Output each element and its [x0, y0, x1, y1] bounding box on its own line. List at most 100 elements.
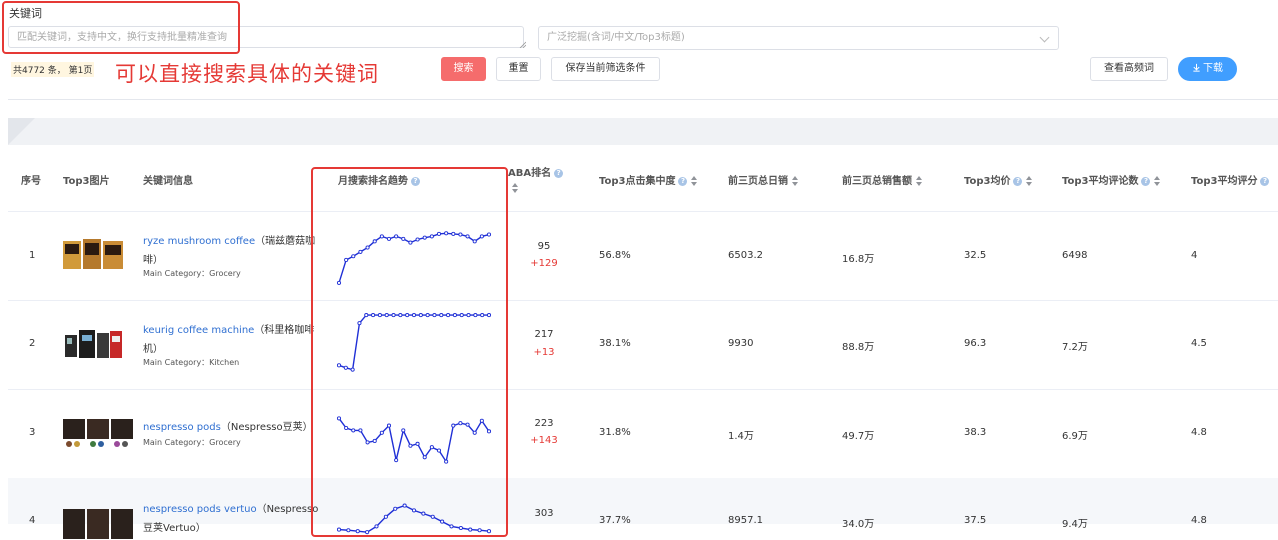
help-icon[interactable]: ? [554, 168, 564, 178]
header-avg-reviews[interactable]: Top3平均评论数? [1062, 172, 1161, 187]
avg-reviews: 7.2万 [1062, 342, 1088, 353]
download-label: 下载 [1203, 63, 1223, 74]
header-avg-rating[interactable]: Top3平均评分? [1191, 172, 1270, 187]
aba-rank-change: +13 [533, 347, 555, 358]
keyword-translation: （Nespresso豆荚） [220, 422, 313, 433]
header-click-concentration[interactable]: Top3点击集中度? [599, 172, 698, 187]
header-sales-amount[interactable]: 前三页总销售额 [842, 172, 923, 187]
keyword-link[interactable]: nespresso pods vertuo [143, 504, 257, 515]
header-aba-rank-label: ABA排名 [508, 168, 552, 179]
product-thumbnail[interactable] [63, 327, 123, 359]
keyword-info: nespresso pods vertuo（Nespresso 豆荚Vertuo… [143, 499, 323, 537]
sort-icon[interactable] [1026, 176, 1033, 186]
highlight-box-trend [311, 167, 508, 537]
search-button[interactable]: 搜索 [441, 57, 486, 81]
product-thumbnail[interactable] [63, 238, 123, 270]
sort-icon[interactable] [792, 176, 799, 186]
daily-sales: 6503.2 [728, 250, 763, 261]
header-click-concentration-label: Top3点击集中度 [599, 176, 676, 187]
highlight-box-keyword [2, 1, 240, 54]
row-index: 4 [29, 515, 36, 526]
header-avg-price[interactable]: Top3均价? [964, 172, 1033, 187]
row-index: 2 [29, 338, 36, 349]
main-category: Main Category：Grocery [143, 438, 241, 447]
click-concentration: 31.8% [599, 427, 631, 438]
broad-mining-select[interactable]: 广泛挖掘(含词/中文/Top3标题) [538, 26, 1059, 50]
sales-amount: 49.7万 [842, 431, 875, 442]
click-concentration: 56.8% [599, 250, 631, 261]
header-aba-rank[interactable]: ABA排名? [508, 164, 564, 193]
keyword-info: nespresso pods（Nespresso豆荚） [143, 417, 323, 436]
click-concentration: 38.1% [599, 338, 631, 349]
header-avg-reviews-label: Top3平均评论数 [1062, 176, 1139, 187]
keyword-info: keurig coffee machine（科里格咖啡 机） [143, 320, 323, 358]
header-daily-sales-label: 前三页总日销 [728, 176, 788, 187]
avg-reviews: 6.9万 [1062, 431, 1088, 442]
sales-amount: 88.8万 [842, 342, 875, 353]
aba-rank: 95 [537, 241, 551, 252]
sort-icon[interactable] [916, 176, 923, 186]
row-divider [8, 211, 1278, 212]
avg-rating: 4 [1191, 250, 1198, 261]
header-keyword-info: 关键词信息 [143, 176, 193, 187]
avg-rating: 4.8 [1191, 427, 1207, 438]
divider [8, 99, 1278, 100]
main-category: Main Category：Grocery [143, 269, 241, 278]
high-frequency-words-button[interactable]: 查看高频词 [1090, 57, 1168, 81]
avg-price: 37.5 [964, 515, 987, 526]
product-thumbnail[interactable] [63, 417, 133, 449]
avg-rating: 4.8 [1191, 515, 1207, 526]
keyword-link[interactable]: ryze mushroom coffee [143, 236, 255, 247]
keyword-translation-cont: 啡） [143, 255, 163, 266]
corner-fold-icon [8, 118, 35, 145]
aba-rank: 217 [534, 329, 554, 340]
main-category: Main Category：Kitchen [143, 358, 240, 367]
header-daily-sales[interactable]: 前三页总日销 [728, 172, 799, 187]
result-count: 共4772 条， 第1页 [11, 62, 95, 77]
resize-grip-icon[interactable] [519, 41, 526, 48]
keyword-translation-cont: 机） [143, 344, 163, 355]
avg-price: 38.3 [964, 427, 987, 438]
aba-rank-change: +143 [530, 435, 558, 446]
save-filter-button[interactable]: 保存当前筛选条件 [551, 57, 660, 81]
help-icon[interactable]: ? [1260, 176, 1270, 186]
keyword-translation: （科里格咖啡 [254, 325, 315, 336]
header-top3-image: Top3图片 [63, 176, 110, 187]
click-concentration: 37.7% [599, 515, 631, 526]
keyword-link[interactable]: nespresso pods [143, 422, 221, 433]
sort-icon[interactable] [691, 176, 698, 186]
avg-reviews: 9.4万 [1062, 519, 1088, 530]
header-sales-amount-label: 前三页总销售额 [842, 176, 912, 187]
annotation-text: 可以直接搜索具体的关键词 [115, 62, 379, 86]
header-avg-rating-label: Top3平均评分 [1191, 176, 1258, 187]
avg-rating: 4.5 [1191, 338, 1207, 349]
keyword-info: ryze mushroom coffee（瑞兹蘑菇咖 啡） [143, 231, 323, 269]
help-icon[interactable]: ? [1141, 176, 1151, 186]
broad-mining-placeholder: 广泛挖掘(含词/中文/Top3标题) [547, 32, 685, 43]
sort-icon[interactable] [512, 183, 519, 193]
keyword-translation: （Nespresso [256, 504, 319, 515]
sort-icon[interactable] [1154, 176, 1161, 186]
avg-price: 32.5 [964, 250, 987, 261]
download-button[interactable]: 下载 [1178, 57, 1237, 81]
reset-button[interactable]: 重置 [496, 57, 541, 81]
daily-sales: 8957.1 [728, 515, 763, 526]
chevron-down-icon [1039, 32, 1050, 43]
row-divider [8, 389, 1278, 390]
row-divider [8, 300, 1278, 301]
avg-price: 96.3 [964, 338, 987, 349]
product-thumbnail[interactable] [63, 507, 133, 539]
help-icon[interactable]: ? [1013, 176, 1023, 186]
keyword-translation-cont: 豆荚Vertuo） [143, 523, 206, 534]
aba-rank: 223 [534, 418, 554, 429]
help-icon[interactable]: ? [678, 176, 688, 186]
sales-amount: 34.0万 [842, 519, 875, 530]
aba-rank-change: +129 [530, 258, 558, 269]
header-index: 序号 [21, 176, 41, 187]
aba-rank: 303 [534, 508, 554, 519]
keyword-link[interactable]: keurig coffee machine [143, 325, 254, 336]
row-index: 3 [29, 427, 36, 438]
daily-sales: 9930 [728, 338, 754, 349]
row-index: 1 [29, 250, 36, 261]
download-icon [1193, 63, 1200, 72]
